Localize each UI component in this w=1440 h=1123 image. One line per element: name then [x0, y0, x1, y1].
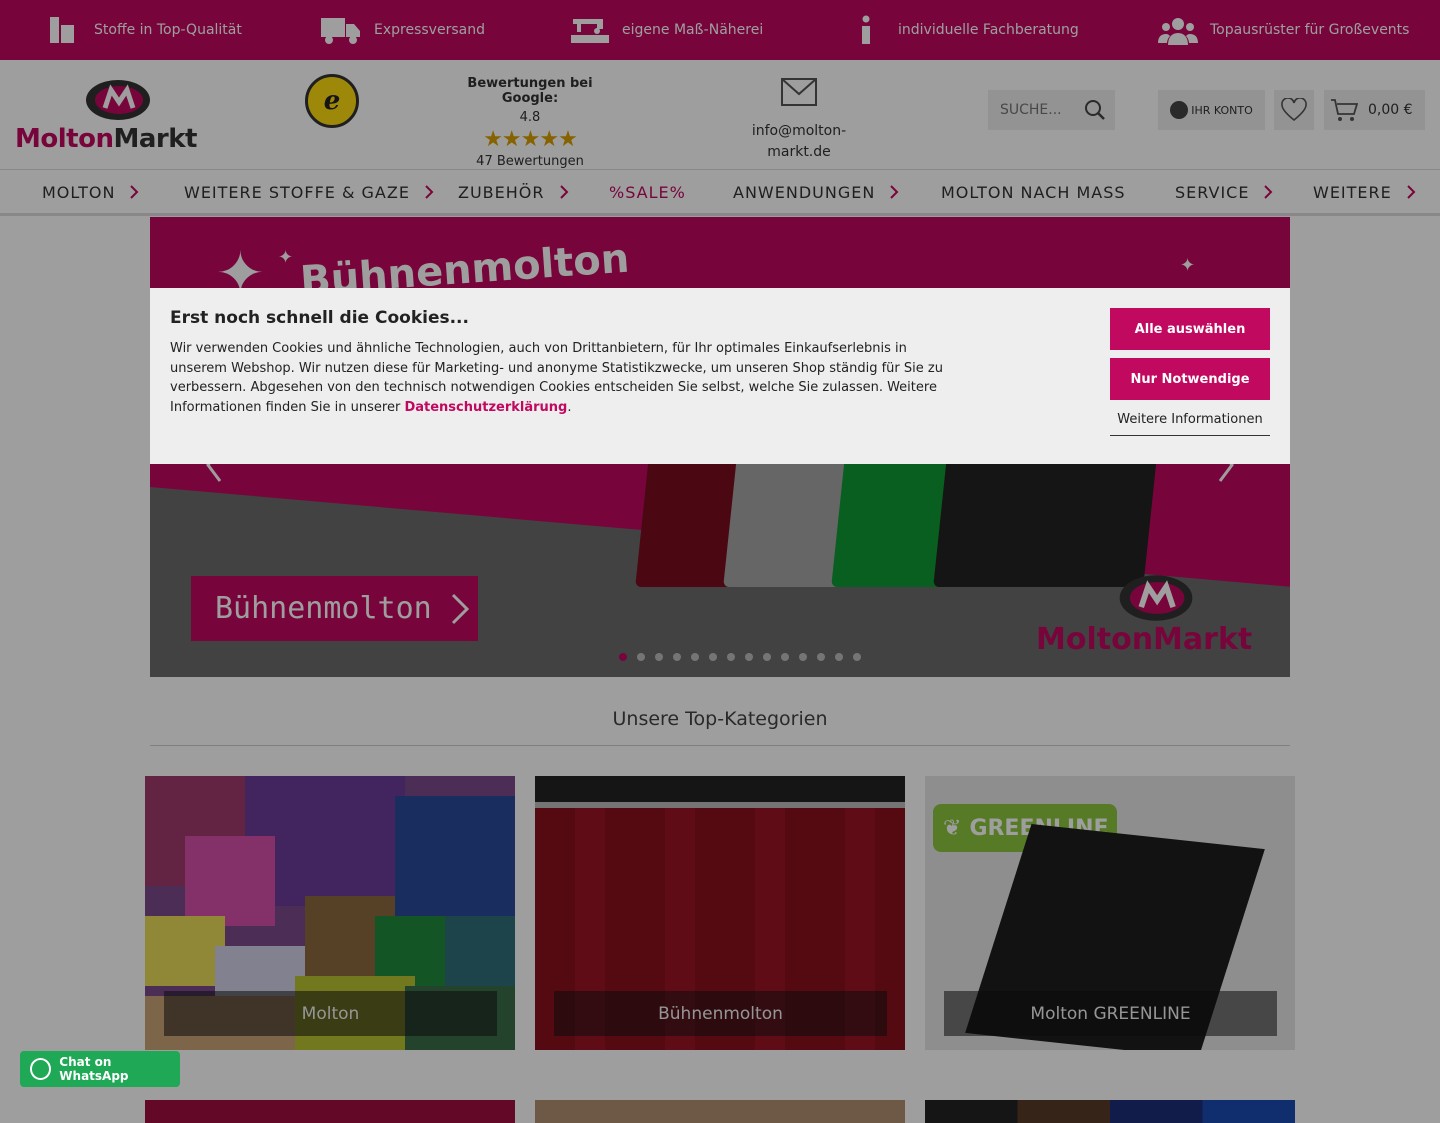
slider-dot[interactable]: [763, 653, 771, 661]
only-necessary-cookies-button[interactable]: Nur Notwendige: [1110, 358, 1270, 400]
chevron-right-icon: [1264, 185, 1273, 199]
reviews-title: Bewertungen bei Google:: [467, 76, 593, 106]
category-card[interactable]: [535, 1100, 905, 1123]
search-icon: [1085, 100, 1105, 120]
site-header: MoltonMarkt e Bewertungen bei Google: 4.…: [0, 60, 1440, 170]
usp-item-quality: Stoffe in Top-Qualität: [42, 0, 242, 60]
nav-item-molton[interactable]: MOLTON: [42, 170, 139, 214]
usp-label: Topausrüster für Großevents: [1210, 22, 1410, 38]
categories-title: Unsere Top-Kategorien: [612, 708, 828, 730]
nav-item-zubehoer[interactable]: ZUBEHÖR: [458, 170, 569, 214]
slider-dot[interactable]: [637, 653, 645, 661]
cookie-text: Wir verwenden Cookies und ähnliche Techn…: [170, 341, 943, 415]
usp-label: individuelle Fachberatung: [898, 22, 1079, 38]
fabric-roll-icon: [42, 14, 82, 46]
search-input[interactable]: [988, 90, 1076, 130]
trusted-shops-badge[interactable]: e: [305, 74, 359, 128]
usp-item-sewing: eigene Maß-Näherei: [570, 0, 763, 60]
slider-dot[interactable]: [817, 653, 825, 661]
account-label: IHR KONTO: [1191, 103, 1253, 117]
leaf-icon: ❦: [943, 815, 962, 841]
usp-bar: Stoffe in Top-Qualität Expressversand ei…: [0, 0, 1440, 60]
more-info-link[interactable]: Weitere Informationen: [1110, 410, 1270, 436]
hero-cta-button[interactable]: Bühnenmolton: [191, 576, 478, 641]
chevron-right-icon: [1407, 185, 1416, 199]
google-reviews[interactable]: Bewertungen bei Google: 4.8 ★★★★★ 47 Bew…: [440, 76, 620, 169]
cookie-title: Erst noch schnell die Cookies...: [170, 308, 469, 328]
nav-item-sale[interactable]: %SALE%: [609, 170, 686, 214]
truck-icon: [320, 14, 362, 46]
category-label: Molton GREENLINE: [944, 991, 1277, 1036]
slider-dot[interactable]: [745, 653, 753, 661]
privacy-policy-link[interactable]: Datenschutzerklärung: [404, 400, 567, 415]
slider-dots: [150, 653, 1290, 661]
chevron-right-icon: [890, 185, 899, 199]
site-logo[interactable]: MoltonMarkt: [15, 78, 215, 154]
cart-total: 0,00 €: [1368, 102, 1413, 118]
slider-dot[interactable]: [709, 653, 717, 661]
slider-dot[interactable]: [655, 653, 663, 661]
search-button[interactable]: [1076, 90, 1114, 130]
nav-item-anwendungen[interactable]: ANWENDUNGEN: [733, 170, 899, 214]
envelope-icon: [781, 78, 817, 106]
sewing-machine-icon: [570, 14, 610, 46]
sparkle-icon: ✦: [1180, 255, 1196, 276]
usp-item-advice: individuelle Fachberatung: [846, 0, 1079, 60]
rating-stars-icon: ★★★★★: [483, 127, 578, 152]
email-line-2: markt.de: [767, 144, 831, 160]
slider-dot[interactable]: [835, 653, 843, 661]
reviews-count: 47 Bewertungen: [476, 154, 584, 169]
cart-button[interactable]: 0,00 €: [1324, 90, 1425, 130]
slider-dot[interactable]: [799, 653, 807, 661]
usp-label: eigene Maß-Näherei: [622, 22, 764, 38]
user-avatar-icon: [1170, 101, 1189, 119]
nav-item-service[interactable]: SERVICE: [1175, 170, 1273, 214]
chevron-right-icon: [559, 185, 568, 199]
category-label: Molton: [164, 991, 497, 1036]
email-contact[interactable]: info@molton- markt.de: [740, 78, 858, 163]
category-card[interactable]: [145, 1100, 515, 1123]
chevron-right-icon: [451, 593, 469, 624]
usp-item-events: Topausrüster für Großevents: [1158, 0, 1409, 60]
accept-all-cookies-button[interactable]: Alle auswählen: [1110, 308, 1270, 350]
main-navigation: MOLTON WEITERE STOFFE & GAZE ZUBEHÖR %SA…: [0, 170, 1440, 216]
logo-mark-icon: [1119, 575, 1193, 621]
chevron-right-icon: [425, 185, 434, 199]
info-icon: [846, 14, 886, 46]
category-card[interactable]: [925, 1100, 1295, 1123]
sparkle-icon: ✦: [278, 247, 294, 268]
slider-dot[interactable]: [781, 653, 789, 661]
reviews-rating: 4.8: [519, 110, 541, 125]
wishlist-button[interactable]: [1274, 90, 1314, 130]
nav-item-molton-nach-mass[interactable]: MOLTON NACH MASS: [941, 170, 1126, 214]
category-card-buehnenmolton[interactable]: Bühnenmolton: [535, 776, 905, 1050]
slider-dot[interactable]: [853, 653, 861, 661]
logo-mark-icon: [86, 80, 150, 120]
chevron-right-icon: [130, 185, 139, 199]
usp-label: Stoffe in Top-Qualität: [94, 22, 242, 38]
category-card-greenline[interactable]: ❦ GREENLINE Molton GREENLINE: [925, 776, 1295, 1050]
black-molton-image: [933, 457, 1157, 587]
search-box: [988, 90, 1115, 130]
email-line-1: info@molton-: [751, 123, 847, 139]
slider-dot[interactable]: [727, 653, 735, 661]
whatsapp-chat-button[interactable]: Chat on WhatsApp: [20, 1051, 180, 1087]
nav-item-weitere[interactable]: WEITERE: [1313, 170, 1416, 214]
slider-dot[interactable]: [691, 653, 699, 661]
cookie-consent-banner: Erst noch schnell die Cookies... Wir ver…: [150, 288, 1290, 464]
whatsapp-icon: [30, 1058, 52, 1080]
category-label: Bühnenmolton: [554, 991, 887, 1036]
users-icon: [1158, 14, 1198, 46]
hero-logo: MoltonMarkt: [1036, 573, 1276, 663]
category-card-molton[interactable]: Molton: [145, 776, 515, 1050]
nav-item-weitere-stoffe[interactable]: WEITERE STOFFE & GAZE: [184, 170, 434, 214]
slider-dot[interactable]: [619, 653, 627, 661]
usp-item-express: Expressversand: [320, 0, 485, 60]
heart-icon: [1281, 98, 1307, 122]
usp-label: Expressversand: [374, 22, 485, 38]
slider-dot[interactable]: [673, 653, 681, 661]
account-button[interactable]: IHR KONTO: [1158, 90, 1265, 130]
cart-icon: [1331, 99, 1358, 121]
divider: [150, 745, 1290, 746]
